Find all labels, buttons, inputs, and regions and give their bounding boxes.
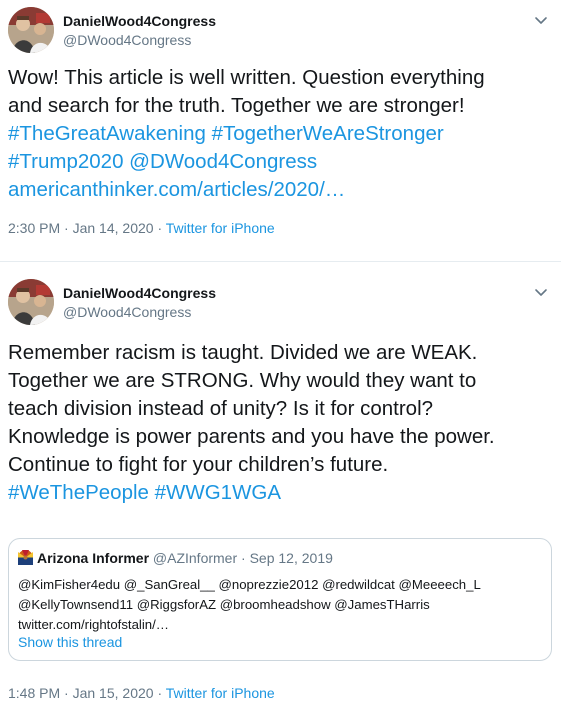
tweet-text: Remember racism is taught. Divided we ar… [8, 339, 548, 507]
separator: · [153, 685, 166, 701]
tweet[interactable]: DanielWood4Congress @DWood4Congress Reme… [0, 263, 561, 712]
tweet-text-line: Remember racism is taught. Divided we ar… [8, 341, 478, 364]
quoted-tweet[interactable]: Arizona Informer @AZInformer · Sep 12, 2… [8, 538, 552, 661]
hashtag-link[interactable]: #WeThePeople #WWG1WGA [8, 479, 548, 507]
quoted-text-line: @KimFisher4edu @_SanGreal__ @noprezzie20… [18, 577, 481, 592]
show-thread-link[interactable]: Show this thread [18, 634, 122, 650]
quoted-tweet-header: Arizona Informer @AZInformer · Sep 12, 2… [18, 550, 333, 566]
avatar[interactable] [8, 7, 54, 53]
quoted-author-handle[interactable]: @AZInformer [153, 550, 237, 566]
tweet-text-line: teach division instead of unity? Is it f… [8, 397, 434, 420]
arizona-flag-icon [18, 550, 33, 565]
hashtag-link[interactable]: #TheGreatAwakening #TogetherWeAreStronge… [8, 120, 548, 148]
author-handle[interactable]: @DWood4Congress [63, 304, 191, 320]
separator: · [237, 550, 250, 566]
tweet-text-line: Knowledge is power parents and you have … [8, 425, 495, 448]
tweet-text: Wow! This article is well written. Quest… [8, 64, 548, 204]
quoted-tweet-date[interactable]: Sep 12, 2019 [250, 550, 333, 566]
author-handle[interactable]: @DWood4Congress [63, 32, 191, 48]
tweet-text-line: and search for the truth. Together we ar… [8, 94, 465, 117]
avatar[interactable] [8, 279, 54, 325]
article-link[interactable]: americanthinker.com/articles/2020/… [8, 176, 548, 204]
chevron-down-icon[interactable] [533, 12, 549, 28]
author-name[interactable]: DanielWood4Congress [63, 13, 216, 29]
tweet-date[interactable]: Jan 14, 2020 [73, 220, 154, 236]
separator: · [60, 685, 73, 701]
tweet-text-line: Together we are STRONG. Why would they w… [8, 369, 477, 392]
tweet-source-link[interactable]: Twitter for iPhone [166, 220, 275, 236]
separator: · [60, 220, 73, 236]
tweet-text-line: Continue to fight for your children’s fu… [8, 453, 389, 476]
chevron-down-icon[interactable] [533, 284, 549, 300]
separator: · [153, 220, 166, 236]
tweet-time[interactable]: 1:48 PM [8, 685, 60, 701]
tweet[interactable]: DanielWood4Congress @DWood4Congress Wow!… [0, 0, 561, 262]
tweet-meta: 1:48 PM · Jan 15, 2020 · Twitter for iPh… [8, 685, 275, 701]
quoted-author-name[interactable]: Arizona Informer [37, 550, 149, 566]
author-name[interactable]: DanielWood4Congress [63, 285, 216, 301]
tweet-source-link[interactable]: Twitter for iPhone [166, 685, 275, 701]
tweet-text-line: Wow! This article is well written. Quest… [8, 66, 485, 89]
quoted-text-line: @KellyTownsend11 @RiggsforAZ @broomheads… [18, 597, 430, 612]
quoted-text-line: twitter.com/rightofstalin/… [18, 617, 169, 632]
hashtag-mention-link[interactable]: #Trump2020 @DWood4Congress [8, 148, 548, 176]
tweet-meta: 2:30 PM · Jan 14, 2020 · Twitter for iPh… [8, 220, 275, 236]
tweet-time[interactable]: 2:30 PM [8, 220, 60, 236]
quoted-tweet-text: @KimFisher4edu @_SanGreal__ @noprezzie20… [18, 575, 543, 635]
tweet-date[interactable]: Jan 15, 2020 [73, 685, 154, 701]
